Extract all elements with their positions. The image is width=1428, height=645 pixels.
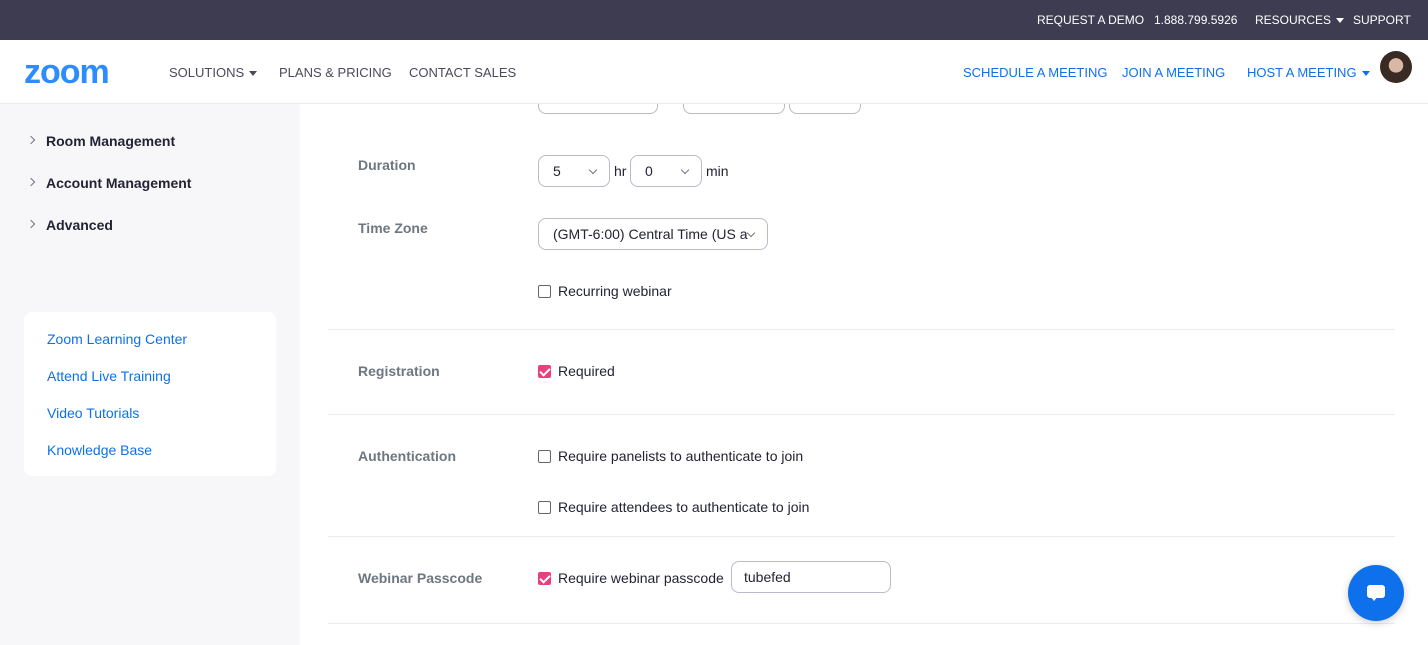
caret-down-icon [249,71,258,77]
chat-bubble-tail [1370,596,1378,601]
timezone-value: (GMT-6:00) Central Time (US a [553,226,748,242]
section-divider [328,623,1395,624]
attendee-auth-checkbox[interactable] [538,500,551,514]
require-passcode-option[interactable]: Require webinar passcode [538,570,724,586]
hours-unit-label: hr [614,163,627,179]
passcode-input[interactable] [731,561,891,593]
caret-down-icon [1361,71,1370,77]
sidebar-item-account-management[interactable]: Account Management [26,175,192,191]
duration-minutes-select[interactable]: 0 [630,155,702,187]
main-navbar: zoom SOLUTIONS PLANS & PRICING CONTACT S… [0,40,1428,104]
solutions-menu[interactable]: SOLUTIONS [169,65,258,80]
minutes-unit-label: min [706,163,729,179]
timezone-label: Time Zone [358,220,428,236]
sidebar: Room Management Account Management Advan… [0,104,300,645]
section-divider [328,329,1395,330]
section-divider [328,536,1395,537]
top-utility-bar: REQUEST A DEMO 1.888.799.5926 RESOURCES … [0,0,1428,40]
sidebar-item-room-management[interactable]: Room Management [26,133,176,149]
contact-sales-link[interactable]: CONTACT SALES [409,65,516,80]
registration-required-label: Required [558,363,615,379]
authentication-label: Authentication [358,448,456,464]
duration-hours-value: 5 [553,163,561,179]
zoom-logo[interactable]: zoom [24,54,110,90]
duration-minutes-value: 0 [645,163,653,179]
chevron-right-icon [26,136,36,145]
registration-required-checkbox[interactable] [538,364,551,378]
recurring-webinar-option[interactable]: Recurring webinar [538,283,672,299]
require-passcode-checkbox[interactable] [538,571,551,585]
recurring-webinar-label: Recurring webinar [558,283,672,299]
caret-down-icon [1336,18,1345,24]
sidebar-item-label: Account Management [46,175,192,191]
section-divider [328,414,1395,415]
video-tutorials-link[interactable]: Video Tutorials [47,405,139,421]
live-training-link[interactable]: Attend Live Training [47,368,171,384]
host-meeting-menu[interactable]: HOST A MEETING [1247,65,1370,80]
solutions-label: SOLUTIONS [169,65,245,80]
sidebar-item-label: Advanced [46,217,113,233]
plans-pricing-link[interactable]: PLANS & PRICING [279,65,392,80]
resources-menu[interactable]: RESOURCES [1255,13,1345,27]
panelist-auth-label: Require panelists to authenticate to joi… [558,448,804,464]
sidebar-item-advanced[interactable]: Advanced [26,217,113,233]
attendee-auth-label: Require attendees to authenticate to joi… [558,499,810,515]
recurring-webinar-checkbox[interactable] [538,284,551,298]
registration-required-option[interactable]: Required [538,363,615,379]
learning-resources-panel: Zoom Learning Center Attend Live Trainin… [24,312,276,476]
chevron-down-icon [746,228,756,238]
user-avatar[interactable] [1380,51,1412,83]
registration-label: Registration [358,363,440,379]
sidebar-item-label: Room Management [46,133,176,149]
require-passcode-label: Require webinar passcode [558,570,724,586]
support-link[interactable]: SUPPORT [1353,13,1411,27]
duration-label: Duration [358,157,416,173]
chevron-down-icon [680,165,690,175]
chevron-right-icon [26,178,36,187]
chevron-right-icon [26,220,36,229]
schedule-meeting-link[interactable]: SCHEDULE A MEETING [963,65,1107,80]
learning-center-link[interactable]: Zoom Learning Center [47,331,187,347]
request-demo-link[interactable]: REQUEST A DEMO [1037,13,1144,27]
panelist-auth-option[interactable]: Require panelists to authenticate to joi… [538,448,803,464]
chat-button[interactable] [1348,565,1404,621]
join-meeting-link[interactable]: JOIN A MEETING [1122,65,1225,80]
duration-hours-select[interactable]: 5 [538,155,610,187]
phone-number-link[interactable]: 1.888.799.5926 [1154,13,1237,27]
webinar-passcode-label: Webinar Passcode [358,570,483,586]
host-meeting-label: HOST A MEETING [1247,65,1357,80]
chevron-down-icon [588,165,598,175]
timezone-select[interactable]: (GMT-6:00) Central Time (US a [538,218,768,250]
panelist-auth-checkbox[interactable] [538,449,551,463]
attendee-auth-option[interactable]: Require attendees to authenticate to joi… [538,499,809,515]
knowledge-base-link[interactable]: Knowledge Base [47,442,152,458]
resources-label: RESOURCES [1255,13,1332,27]
